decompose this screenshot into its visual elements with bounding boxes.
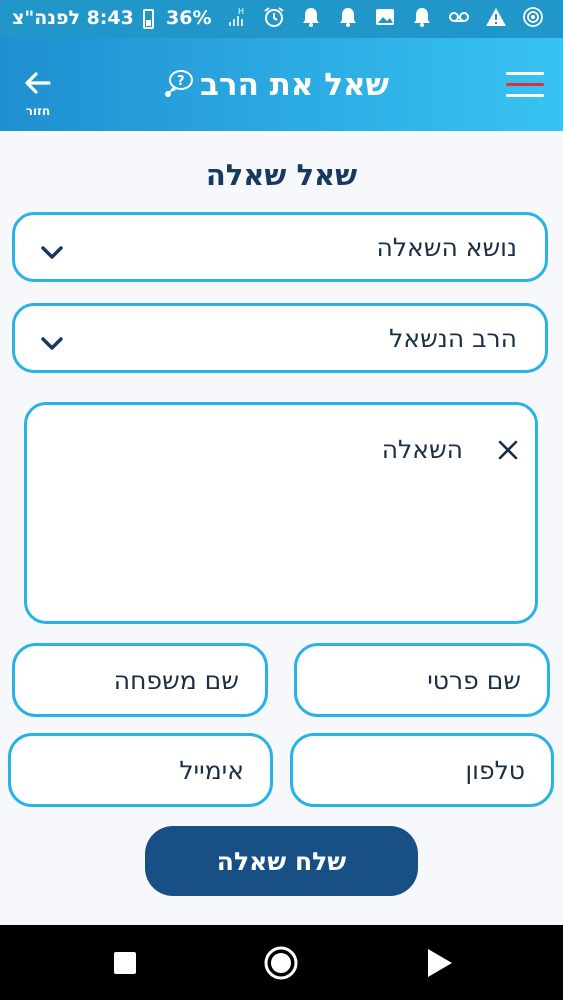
topic-select-label: נושא השאלה <box>376 233 518 262</box>
notification-bell-icon <box>300 6 322 28</box>
chevron-down-icon <box>39 334 65 354</box>
page-header-title: שאל את הרב <box>200 67 390 103</box>
battery-icon <box>143 9 154 29</box>
rabbi-select-label: הרב הנשאל <box>389 324 517 353</box>
question-textarea[interactable]: השאלה <box>24 402 538 624</box>
last-name-field[interactable]: שם משפחה <box>12 643 268 717</box>
svg-text:?: ? <box>177 74 185 89</box>
phone-field[interactable]: טלפון <box>290 733 554 807</box>
battery-percentage: 36% <box>166 7 212 29</box>
notification-bell-icon <box>337 6 359 28</box>
last-name-placeholder: שם משפחה <box>113 666 239 695</box>
chevron-down-icon <box>39 243 65 263</box>
back-nav-button[interactable] <box>421 945 457 981</box>
header-title-group: ? שאל את הרב <box>160 64 400 106</box>
home-button[interactable] <box>263 945 299 981</box>
warning-icon <box>485 6 507 28</box>
submit-question-button[interactable]: שלח שאלה <box>145 826 418 896</box>
first-name-field[interactable]: שם פרטי <box>294 643 550 717</box>
status-time: 8:43 לפנה"צ <box>12 7 134 29</box>
signal-h-icon: H <box>226 6 248 28</box>
arrow-left-icon <box>18 68 58 98</box>
clear-icon[interactable] <box>495 437 521 463</box>
question-bubble-icon: ? <box>160 66 194 104</box>
svg-text:H: H <box>238 7 244 16</box>
status-icons: H <box>226 6 544 28</box>
recents-button[interactable] <box>107 945 143 981</box>
back-button[interactable]: חזור <box>18 68 58 128</box>
email-placeholder: אימייל <box>179 756 244 785</box>
image-icon <box>374 6 396 28</box>
form-title: שאל שאלה <box>205 158 358 192</box>
hotspot-icon <box>522 6 544 28</box>
rabbi-select[interactable]: הרב הנשאל <box>12 303 548 373</box>
back-label: חזור <box>25 104 51 118</box>
first-name-placeholder: שם פרטי <box>427 666 521 695</box>
system-navigation-bar <box>0 925 563 1000</box>
status-bar: 8:43 לפנה"צ 36% H <box>0 0 563 38</box>
hamburger-menu-button[interactable] <box>506 72 544 98</box>
email-field[interactable]: אימייל <box>8 733 273 807</box>
app-header: חזור ? שאל את הרב <box>0 38 563 131</box>
alarm-icon <box>263 6 285 28</box>
topic-select[interactable]: נושא השאלה <box>12 212 548 282</box>
notification-bell-icon <box>411 6 433 28</box>
phone-placeholder: טלפון <box>465 756 525 785</box>
question-placeholder: השאלה <box>381 435 463 464</box>
voicemail-icon <box>448 6 470 28</box>
